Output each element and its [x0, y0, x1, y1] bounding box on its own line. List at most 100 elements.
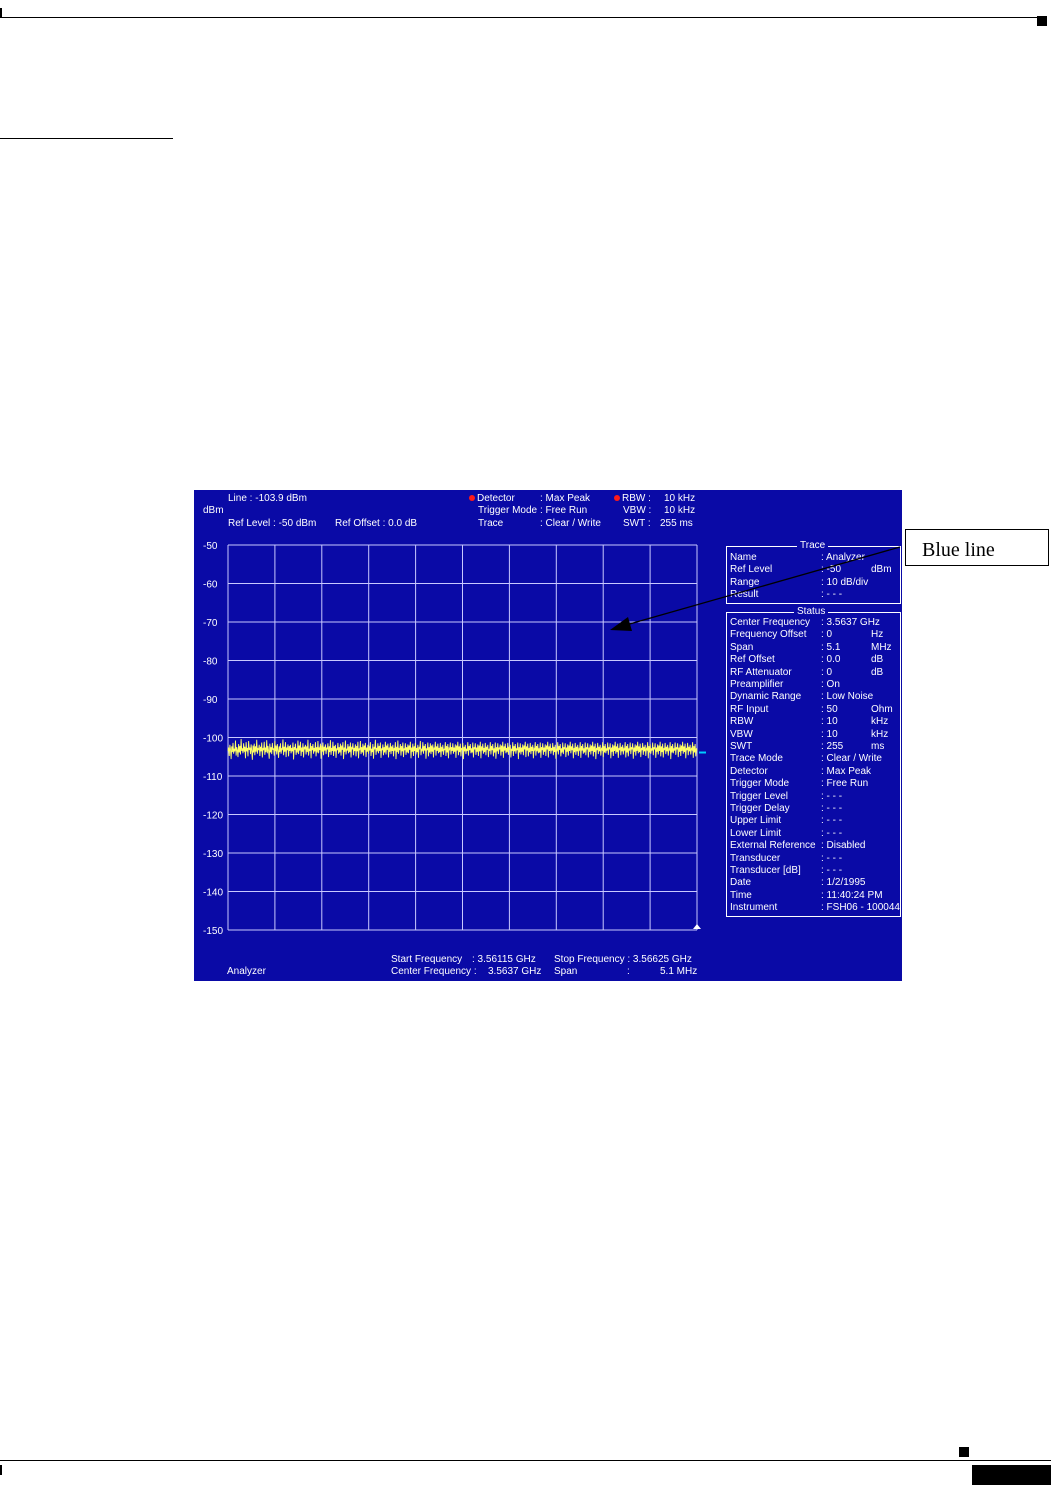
status-panel-row-label: Trigger Level: [730, 790, 788, 802]
trace-panel-row-value: : - - -: [821, 589, 843, 601]
sweep-end-marker: [693, 924, 701, 929]
status-panel-row-label: Span: [730, 641, 754, 653]
status-panel-row-value: : Clear / Write: [821, 753, 882, 765]
rbw-label: RBW :: [614, 493, 651, 505]
status-panel-row-label: Preamplifier: [730, 679, 784, 690]
section-underline: [0, 138, 173, 139]
trigger-mode-value: : Free Run: [540, 505, 588, 516]
header-rule: [0, 17, 1037, 18]
status-panel-row-label: Dynamic Range: [730, 691, 802, 703]
status-panel-row: Trigger Delay: - - -: [730, 803, 897, 815]
center-frequency-value: 3.5637 GHz: [488, 966, 542, 977]
y-tick-label: -50: [203, 541, 218, 552]
trace-panel-row-label: Result: [730, 589, 759, 601]
status-panel-row: RF Attenuator: 0 dB: [730, 667, 897, 679]
trace-panel-row-label: Ref Level: [730, 564, 773, 576]
status-panel-row-label: Center Frequency: [730, 617, 811, 628]
y-tick-label: -100: [203, 734, 223, 745]
mode-label: Analyzer: [227, 966, 266, 977]
status-panel-row-value: : 50: [821, 703, 838, 715]
status-panel-row-label: Trigger Mode: [730, 778, 790, 790]
trace-value: : Clear / Write: [540, 518, 601, 529]
trace-panel-row: Ref Level: -50 dBm: [730, 564, 897, 576]
header-left-tick: [0, 8, 2, 18]
status-panel-row-value: : 0: [821, 666, 833, 678]
status-panel-row: Transducer: - - -: [730, 853, 897, 865]
status-panel-row-unit: Hz: [871, 629, 884, 641]
status-panel-row-label: Trace Mode: [730, 753, 783, 765]
status-panel-row-value: : Free Run: [821, 778, 869, 790]
status-panel-row: Center Frequency : 3.5637 GHz: [730, 617, 897, 629]
display-line-readout: Line : -103.9 dBm: [228, 493, 307, 504]
status-panel-row-label: VBW: [730, 728, 753, 740]
status-panel-row-value: : 11:40:24 PM: [821, 889, 883, 901]
center-frequency-label: Center Frequency :: [391, 966, 477, 977]
status-panel-row-label: Transducer [dB]: [730, 865, 801, 876]
ref-offset-readout: Ref Offset : 0.0 dB: [335, 518, 418, 529]
status-panel-row-label: SWT: [730, 741, 753, 752]
vbw-label: VBW :: [623, 505, 652, 516]
detector-marker-icon: [469, 495, 475, 502]
status-panel: Status Center Frequency: 3.5637 GHz Frequ…: [726, 606, 901, 917]
status-panel-row-unit: MHz: [871, 641, 892, 653]
status-panel-row: Frequency Offset : 0 Hz: [730, 629, 897, 641]
status-panel-row-value: : - - -: [821, 803, 843, 814]
y-tick-label: -70: [203, 618, 218, 629]
status-panel-row-value: : 0: [821, 629, 833, 641]
status-panel-row-value: : Disabled: [821, 840, 866, 852]
status-panel-row-label: Instrument: [730, 902, 778, 914]
status-panel-row-label: External Reference: [730, 840, 816, 852]
status-panel-row-value: : 255: [821, 741, 844, 752]
status-panel-row: Upper Limit: - - -: [730, 815, 897, 827]
trace-panel-title: Trace: [797, 540, 829, 552]
status-panel-row-value: : Low Noise: [821, 691, 874, 703]
y-tick-label: -140: [203, 888, 223, 899]
status-panel-row-value: : - - -: [821, 865, 843, 876]
ref-level-readout: Ref Level : -50 dBm: [228, 518, 317, 529]
status-panel-row: RF Input: 50 Ohm: [730, 704, 897, 716]
status-panel-row: Trigger Mode : Free Run: [730, 778, 897, 790]
status-panel-row-value: : 10: [821, 716, 838, 728]
callout-label: Blue line: [922, 539, 995, 561]
trace-panel-row: Result : - - -: [730, 589, 897, 601]
blue-line-callout: Blue line: [905, 529, 1049, 566]
footer-corner-mark: [959, 1447, 969, 1457]
status-panel-row-label: Frequency Offset: [730, 629, 807, 641]
status-panel-row: External Reference : Disabled: [730, 840, 897, 852]
status-panel-row-unit: kHz: [871, 728, 889, 740]
status-panel-row-label: Lower Limit: [730, 827, 782, 839]
status-panel-row-value: : - - -: [821, 815, 843, 827]
status-panel-row: Dynamic Range : Low Noise: [730, 691, 897, 703]
status-panel-row-value: : On: [821, 679, 840, 690]
span-colon: :: [627, 966, 630, 977]
status-panel-row: Ref Offset: 0.0 dB: [730, 654, 897, 666]
trace-panel-row-value: : -50: [821, 564, 842, 576]
start-frequency-value: : 3.56115 GHz: [472, 954, 536, 965]
swt-value: 255 ms: [660, 518, 693, 529]
y-tick-label: -60: [203, 580, 218, 591]
status-panel-row: Lower Limit : - - -: [730, 828, 897, 840]
status-panel-row-label: Ref Offset: [730, 654, 775, 666]
y-tick-label: -110: [203, 772, 223, 783]
stop-frequency-readout: Stop Frequency : 3.56625 GHz: [554, 954, 692, 965]
y-tick-label: -150: [203, 926, 223, 937]
trace-panel: Trace Name: Analyzer Ref Level: -50 dBm Ran…: [726, 540, 901, 604]
span-value: 5.1 MHz: [660, 966, 698, 977]
status-panel-row-value: : 5.1: [821, 641, 841, 653]
status-panel-row-label: Detector: [730, 765, 768, 777]
status-panel-row-value: : - - -: [821, 827, 843, 839]
status-panel-row: SWT: 255 ms: [730, 741, 897, 753]
status-panel-row-value: : 0.0: [821, 654, 841, 666]
status-panel-row: Trace Mode : Clear / Write: [730, 753, 897, 765]
trace-panel-row-value: : 10 dB/div: [821, 576, 869, 588]
status-panel-row-label: Time: [730, 889, 752, 901]
status-panel-row-value: : 1/2/1995: [821, 877, 866, 889]
status-panel-row-value: : 3.5637 GHz: [821, 617, 880, 628]
footer-left-tick: [0, 1465, 2, 1475]
status-panel-row: Transducer [dB] : - - -: [730, 865, 897, 877]
y-tick-label: -130: [203, 849, 223, 860]
status-panel-row: Instrument: FSH06 - 100044: [730, 902, 900, 914]
status-panel-row: Trigger Level: - - -: [730, 791, 897, 803]
page-number-tab: [972, 1465, 1051, 1485]
trace-panel-row: Range: 10 dB/div: [730, 577, 897, 589]
